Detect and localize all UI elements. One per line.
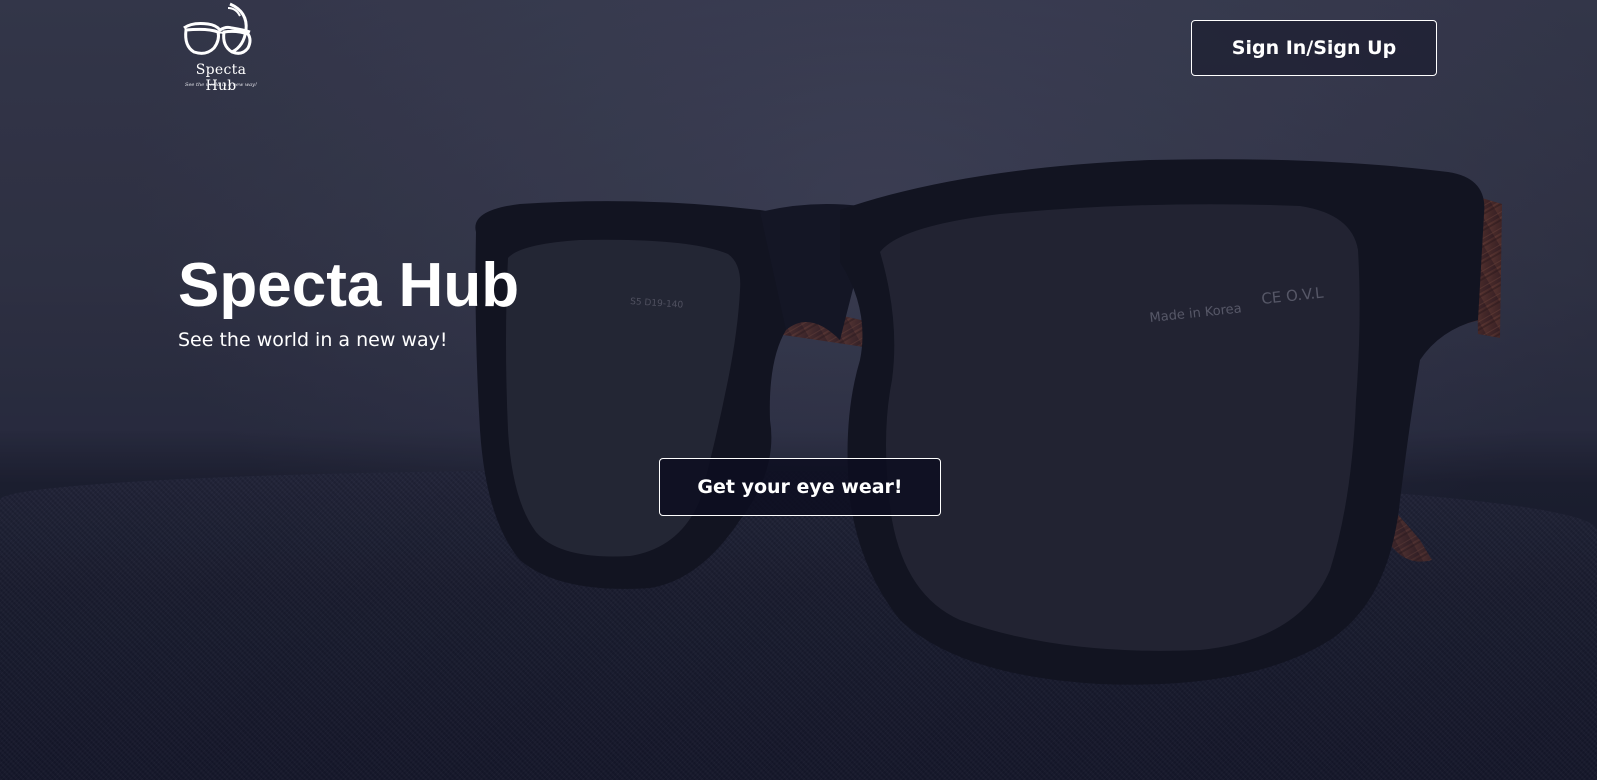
hero-overlay bbox=[0, 0, 1597, 780]
logo-name: Specta Hub bbox=[195, 62, 247, 94]
logo-tagline: See the world in a new way! bbox=[185, 82, 257, 88]
glasses-logo-icon bbox=[183, 2, 252, 55]
signin-signup-button[interactable]: Sign In/Sign Up bbox=[1191, 20, 1437, 76]
landing-page: Made in Korea CE O.V.L S5 D19-140 Specta… bbox=[0, 0, 1597, 780]
hero-background: Made in Korea CE O.V.L S5 D19-140 bbox=[0, 0, 1597, 780]
hero-title: Specta Hub bbox=[178, 251, 520, 320]
get-eyewear-button[interactable]: Get your eye wear! bbox=[659, 458, 941, 516]
brand-logo[interactable]: Specta Hub See the world in a new way! bbox=[178, 2, 264, 94]
hero-subtitle: See the world in a new way! bbox=[178, 329, 448, 351]
